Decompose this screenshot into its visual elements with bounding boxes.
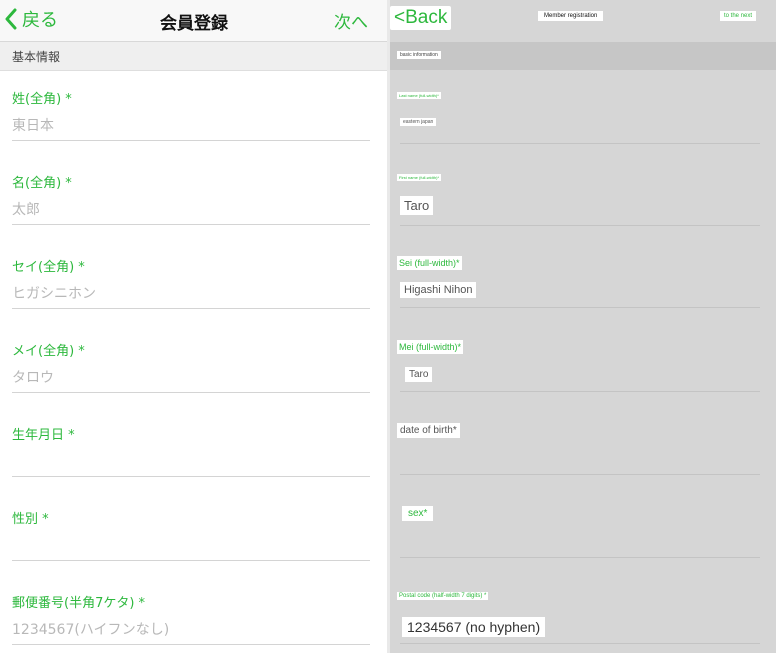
original-screen: 戻る 会員登録 次へ 基本情報 姓(全角) * 名(全角) * セイ(全角) *… — [0, 0, 388, 653]
translated-postal-code-field: Postal code (half-width 7 digits) * 1234… — [397, 592, 760, 653]
first-name-field: 名(全角) * — [12, 172, 370, 256]
translated-next-button[interactable]: to the next — [720, 11, 757, 21]
translated-last-name-value: eastern japan — [400, 118, 437, 126]
last-name-kana-field: セイ(全角) * — [12, 256, 370, 340]
translated-postal-code-value: 1234567 (no hyphen) — [402, 617, 546, 637]
last-name-input[interactable] — [12, 112, 370, 141]
translated-gender-field: sex* — [397, 506, 760, 590]
gender-field: 性別 * — [12, 508, 370, 592]
last-name-field: 姓(全角) * — [12, 88, 370, 172]
gender-input[interactable] — [12, 532, 370, 561]
translated-last-name-label: Last name (full-width)* — [397, 92, 441, 99]
last-name-kana-label: セイ(全角) * — [12, 260, 85, 275]
translated-first-name-field: First name (full-width)* Taro — [397, 174, 760, 258]
input-underline — [400, 391, 760, 392]
translated-first-name-kana-field: Mei (full-width)* Taro — [397, 340, 760, 424]
first-name-kana-field: メイ(全角) * — [12, 340, 370, 424]
first-name-label: 名(全角) * — [12, 176, 72, 191]
translated-first-name-kana-label: Mei (full-width)* — [397, 340, 464, 354]
translated-birth-date-label: date of birth* — [397, 423, 460, 438]
birth-date-field: 生年月日 * — [12, 424, 370, 508]
next-button[interactable]: 次へ — [334, 8, 368, 33]
translated-screen: <Back Member registration to the next ba… — [390, 0, 776, 653]
first-name-kana-input[interactable] — [12, 364, 370, 393]
translated-last-name-kana-field: Sei (full-width)* Higashi Nihon — [397, 256, 760, 340]
navigation-bar: 戻る 会員登録 次へ — [0, 0, 388, 42]
page-title: 会員登録 — [160, 14, 228, 34]
first-name-input[interactable] — [12, 196, 370, 225]
birth-date-label: 生年月日 * — [12, 428, 75, 443]
section-header: 基本情報 — [0, 42, 388, 71]
translated-page-title: Member registration — [538, 11, 604, 21]
last-name-label: 姓(全角) * — [12, 92, 72, 107]
translated-first-name-label: First name (full-width)* — [397, 174, 442, 181]
postal-code-input[interactable] — [12, 616, 370, 645]
translated-postal-code-label: Postal code (half-width 7 digits) * — [397, 592, 489, 600]
input-underline — [400, 474, 760, 475]
translated-section-header: basic information — [390, 42, 776, 70]
postal-code-label: 郵便番号(半角7ケタ) * — [12, 596, 146, 611]
translated-last-name-kana-value: Higashi Nihon — [400, 282, 477, 298]
translated-birth-date-field: date of birth* — [397, 423, 760, 507]
translated-last-name-field: Last name (full-width)* eastern japan — [397, 92, 760, 176]
birth-date-input[interactable] — [12, 448, 370, 477]
first-name-kana-label: メイ(全角) * — [12, 344, 85, 359]
translated-section-header-label: basic information — [397, 51, 441, 59]
gender-label: 性別 * — [12, 512, 49, 527]
section-header-label: 基本情報 — [12, 50, 61, 64]
input-underline — [400, 307, 760, 308]
last-name-kana-input[interactable] — [12, 280, 370, 309]
translated-gender-label: sex* — [402, 506, 434, 521]
input-underline — [400, 557, 760, 558]
postal-code-field: 郵便番号(半角7ケタ) * — [12, 592, 370, 653]
translated-first-name-kana-value: Taro — [405, 367, 433, 382]
input-underline — [400, 143, 760, 144]
translated-back-button[interactable]: <Back — [390, 6, 452, 30]
input-underline — [400, 643, 760, 644]
input-underline — [400, 225, 760, 226]
translated-last-name-kana-label: Sei (full-width)* — [397, 256, 462, 270]
translated-first-name-value: Taro — [400, 196, 434, 215]
